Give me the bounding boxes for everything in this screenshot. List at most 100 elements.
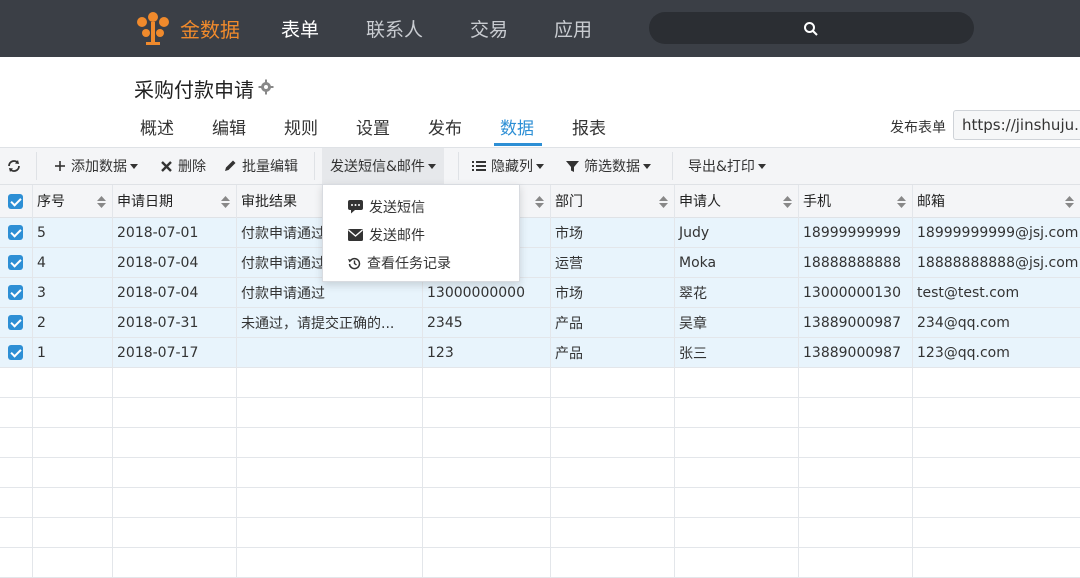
filter-data-button[interactable]: 筛选数据 (566, 148, 651, 184)
delete-button[interactable]: 删除 (160, 148, 206, 184)
cell-email[interactable]: 18888888888@jsj.com (912, 248, 1080, 277)
header-department[interactable]: 部门 (550, 185, 674, 217)
brand-logo-icon[interactable] (133, 8, 173, 48)
cell-department[interactable]: 运营 (550, 248, 674, 277)
tab-rules[interactable]: 规则 (284, 114, 318, 139)
row-checkbox[interactable] (0, 308, 32, 337)
table-row[interactable]: 4 2018-07-04 付款申请通过 运营 Moka 18888888888 188888… (0, 248, 1080, 278)
cell-date[interactable]: 2018-07-31 (112, 308, 236, 337)
cell-approval[interactable]: 未通过，请提交正确的... (236, 308, 422, 337)
nav-item-apps[interactable]: 应用 (554, 15, 592, 42)
checkbox-checked-icon[interactable] (8, 345, 23, 360)
cell-serial[interactable]: 2 (32, 308, 112, 337)
table-row[interactable]: 5 2018-07-01 付款申请通过 市场 Judy 18999999999 189999… (0, 218, 1080, 248)
envelope-icon (348, 229, 363, 241)
refresh-button[interactable] (6, 148, 27, 184)
header-email[interactable]: 邮箱 (912, 185, 1080, 217)
sort-icon[interactable] (221, 196, 230, 208)
cell-date[interactable]: 2018-07-17 (112, 338, 236, 367)
cell-hidden-column[interactable]: 13000000000 (422, 278, 550, 307)
table-row[interactable]: 3 2018-07-04 付款申请通过 13000000000 市场 翠花 13000000… (0, 278, 1080, 308)
sort-icon[interactable] (783, 196, 792, 208)
refresh-icon (8, 160, 20, 172)
tab-publish[interactable]: 发布 (428, 114, 462, 139)
cell-date[interactable]: 2018-07-04 (112, 248, 236, 277)
search-input[interactable] (649, 12, 974, 44)
cell-applicant[interactable]: Moka (674, 248, 798, 277)
sort-icon[interactable] (535, 196, 544, 208)
header-applicant[interactable]: 申请人 (674, 185, 798, 217)
gear-icon[interactable] (258, 79, 274, 95)
cell-phone[interactable]: 13000000130 (798, 278, 912, 307)
active-tab-indicator (494, 143, 542, 146)
cell-email[interactable]: 18999999999@jsj.com (912, 218, 1080, 247)
tab-reports[interactable]: 报表 (572, 114, 606, 139)
cell-department[interactable]: 市场 (550, 278, 674, 307)
checkbox-checked-icon[interactable] (8, 193, 23, 209)
row-checkbox[interactable] (0, 218, 32, 247)
checkbox-checked-icon[interactable] (8, 315, 23, 330)
add-data-button[interactable]: 添加数据 (54, 148, 138, 184)
sort-icon[interactable] (1065, 196, 1074, 208)
cell-phone[interactable]: 18888888888 (798, 248, 912, 277)
sort-icon[interactable] (97, 196, 106, 208)
sort-icon[interactable] (897, 196, 906, 208)
cell-serial[interactable]: 4 (32, 248, 112, 277)
cell-department[interactable]: 产品 (550, 338, 674, 367)
menu-item-send-sms[interactable]: 发送短信 (323, 193, 521, 221)
cell-phone[interactable]: 13889000987 (798, 338, 912, 367)
table-row[interactable]: 1 2018-07-17 123 产品 张三 13889000987 123@qq.com (0, 338, 1080, 368)
cell-email[interactable]: test@test.com (912, 278, 1080, 307)
tab-data[interactable]: 数据 (500, 114, 534, 139)
cell-date[interactable]: 2018-07-04 (112, 278, 236, 307)
cell-applicant[interactable]: 张三 (674, 338, 798, 367)
brand-name[interactable]: 金数据 (180, 14, 240, 43)
list-icon (472, 161, 486, 171)
cell-applicant[interactable]: Judy (674, 218, 798, 247)
sort-icon[interactable] (659, 196, 668, 208)
cell-serial[interactable]: 1 (32, 338, 112, 367)
tab-overview[interactable]: 概述 (140, 114, 174, 139)
checkbox-checked-icon[interactable] (8, 225, 23, 240)
export-print-button[interactable]: 导出&打印 (688, 148, 766, 184)
header-date[interactable]: 申请日期 (112, 185, 236, 217)
cell-email[interactable]: 234@qq.com (912, 308, 1080, 337)
row-checkbox[interactable] (0, 248, 32, 277)
cell-applicant[interactable]: 吴章 (674, 308, 798, 337)
cell-applicant[interactable]: 翠花 (674, 278, 798, 307)
select-all-checkbox[interactable] (0, 185, 32, 217)
nav-item-forms[interactable]: 表单 (281, 15, 319, 42)
row-checkbox[interactable] (0, 338, 32, 367)
cell-hidden-column[interactable]: 123 (422, 338, 550, 367)
header-serial[interactable]: 序号 (32, 185, 112, 217)
cell-serial[interactable]: 5 (32, 218, 112, 247)
send-sms-email-button[interactable]: 发送短信&邮件 (322, 148, 444, 184)
batch-edit-button[interactable]: 批量编辑 (223, 148, 298, 184)
data-table: 序号 申请日期 审批结果 部门 申请人 手机 邮箱 5 2018-07-01 付款申… (0, 185, 1080, 578)
cell-email[interactable]: 123@qq.com (912, 338, 1080, 367)
checkbox-checked-icon[interactable] (8, 285, 23, 300)
nav-item-transactions[interactable]: 交易 (470, 15, 508, 42)
cell-department[interactable]: 市场 (550, 218, 674, 247)
cell-phone[interactable]: 13889000987 (798, 308, 912, 337)
tab-settings[interactable]: 设置 (356, 114, 390, 139)
row-checkbox[interactable] (0, 278, 32, 307)
publish-url-field[interactable]: https://jinshuju.n (953, 110, 1080, 140)
menu-item-send-email[interactable]: 发送邮件 (323, 221, 521, 249)
table-row[interactable]: 2 2018-07-31 未通过，请提交正确的... 2345 产品 吴章 13889000… (0, 308, 1080, 338)
cell-date[interactable]: 2018-07-01 (112, 218, 236, 247)
header-phone[interactable]: 手机 (798, 185, 912, 217)
cell-approval[interactable] (236, 338, 422, 367)
hide-columns-button[interactable]: 隐藏列 (472, 148, 544, 184)
tab-edit[interactable]: 编辑 (212, 114, 246, 139)
cell-serial[interactable]: 3 (32, 278, 112, 307)
empty-row (0, 428, 1080, 458)
cell-department[interactable]: 产品 (550, 308, 674, 337)
checkbox-checked-icon[interactable] (8, 255, 23, 270)
nav-item-contacts[interactable]: 联系人 (366, 15, 423, 42)
column-divider (32, 185, 33, 578)
cell-approval[interactable]: 付款申请通过 (236, 278, 422, 307)
cell-hidden-column[interactable]: 2345 (422, 308, 550, 337)
menu-item-task-history[interactable]: 查看任务记录 (323, 249, 521, 277)
cell-phone[interactable]: 18999999999 (798, 218, 912, 247)
